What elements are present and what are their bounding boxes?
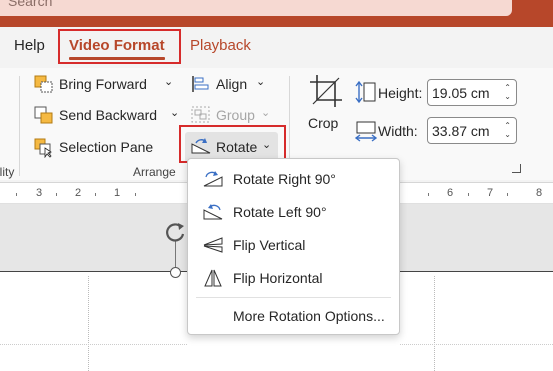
height-stepper[interactable]: ⌃ ⌄	[504, 83, 511, 101]
width-stepper[interactable]: ⌃ ⌄	[504, 121, 511, 139]
menu-item-rotate-left[interactable]: Rotate Left 90°	[188, 197, 399, 227]
chevron-down-icon[interactable]: ⌄	[170, 106, 179, 119]
chevron-down-icon[interactable]: ⌄	[164, 75, 173, 88]
guide-line	[0, 344, 187, 345]
ruler-tick	[56, 193, 57, 196]
menu-separator	[196, 297, 391, 298]
guide-line	[88, 276, 89, 371]
menu-item-label: More Rotation Options...	[233, 308, 385, 324]
flip-vertical-icon	[203, 237, 223, 253]
rotate-right-icon	[203, 171, 223, 187]
accessibility-group-label: ility	[0, 165, 15, 179]
ruler-number: 2	[75, 187, 82, 199]
menu-item-label: Rotate Right 90°	[233, 171, 336, 187]
menu-item-rotate-right[interactable]: Rotate Right 90°	[188, 164, 399, 194]
height-icon	[355, 81, 376, 103]
selection-pane-icon	[34, 138, 52, 158]
group-button[interactable]: Group	[216, 107, 255, 123]
menu-item-flip-vertical[interactable]: Flip Vertical	[188, 230, 399, 260]
align-button[interactable]: Align	[216, 76, 247, 92]
ruler-number: 8	[536, 187, 543, 199]
width-value: 33.87 cm	[432, 123, 490, 139]
rotation-handle-stem	[175, 240, 176, 268]
height-field[interactable]: 19.05 cm ⌃ ⌄	[427, 79, 517, 106]
guide-line	[434, 276, 435, 371]
ruler-tick	[428, 193, 429, 196]
ruler-number: 3	[36, 187, 43, 199]
ruler-number: 1	[114, 187, 121, 199]
width-label: Width:	[378, 123, 418, 139]
width-field[interactable]: 33.87 cm ⌃ ⌄	[427, 117, 517, 144]
arrange-group-label: Arrange	[133, 165, 176, 179]
chevron-down-icon: ⌄	[261, 107, 271, 119]
flip-horizontal-icon	[204, 269, 222, 287]
tab-help[interactable]: Help	[14, 37, 45, 54]
title-bar: Search	[0, 0, 553, 27]
menu-item-label: Rotate Left 90°	[233, 204, 327, 220]
send-backward-button[interactable]: Send Backward	[59, 107, 157, 123]
ruler-tick	[468, 193, 469, 196]
selection-pane-button[interactable]: Selection Pane	[59, 139, 153, 155]
rotate-left-icon	[203, 204, 223, 220]
rotate-menu: Rotate Right 90° Rotate Left 90° Flip Ve…	[187, 158, 400, 335]
crop-button[interactable]: Crop	[308, 115, 338, 131]
ruler-tick	[16, 193, 17, 196]
ruler-tick	[507, 193, 508, 196]
chevron-down-icon[interactable]: ⌄	[256, 75, 265, 88]
resize-handle[interactable]	[170, 267, 181, 278]
ruler-number: 7	[487, 187, 494, 199]
height-value: 19.05 cm	[432, 85, 490, 101]
group-separator	[19, 76, 20, 176]
send-backward-icon	[34, 106, 53, 124]
size-dialog-launcher-icon[interactable]	[512, 164, 521, 173]
rotation-handle-icon[interactable]	[164, 221, 186, 243]
group-icon	[191, 106, 210, 123]
width-icon	[355, 121, 377, 142]
ruler-number: 6	[447, 187, 454, 199]
guide-line	[400, 344, 553, 345]
ruler-tick	[135, 193, 136, 196]
bring-forward-icon	[34, 75, 53, 93]
crop-icon	[310, 75, 342, 107]
align-icon	[192, 76, 209, 92]
bring-forward-button[interactable]: Bring Forward	[59, 76, 147, 92]
menu-item-flip-horizontal[interactable]: Flip Horizontal	[188, 263, 399, 293]
tab-playback[interactable]: Playback	[190, 37, 251, 54]
highlight-box-tab	[58, 29, 181, 64]
search-input[interactable]: Search	[0, 0, 512, 16]
ruler-tick	[95, 193, 96, 196]
height-label: Height:	[378, 85, 423, 101]
search-placeholder: Search	[8, 0, 53, 9]
menu-item-more-rotation-options[interactable]: More Rotation Options...	[188, 301, 399, 331]
menu-item-label: Flip Vertical	[233, 237, 306, 253]
menu-item-label: Flip Horizontal	[233, 270, 323, 286]
